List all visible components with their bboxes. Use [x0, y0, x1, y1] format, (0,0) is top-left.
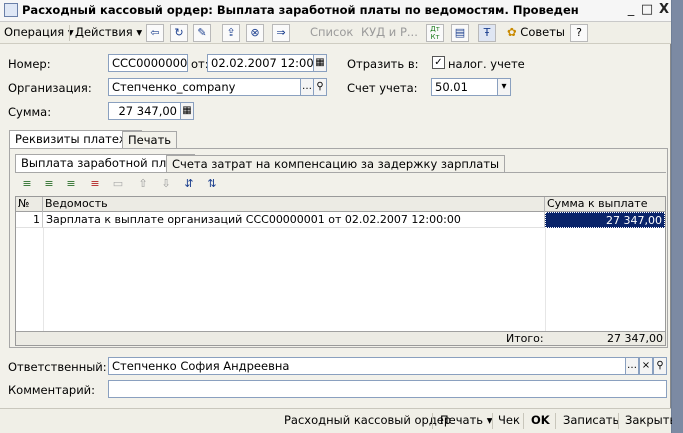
- unpost-document-icon[interactable]: ⊗: [246, 24, 264, 42]
- account-label: Счет учета:: [347, 81, 418, 95]
- end-edit-icon[interactable]: ▭: [110, 176, 126, 192]
- operation-menu[interactable]: Операция ▾: [4, 24, 74, 42]
- responsible-field[interactable]: Степченко София Андреевна: [108, 357, 626, 375]
- column-header-sum[interactable]: Сумма к выплате: [545, 197, 665, 212]
- date-label: от:: [191, 57, 209, 71]
- help-button[interactable]: ?: [570, 24, 588, 42]
- structure-icon[interactable]: ▤: [451, 24, 469, 42]
- table-footer: Итого: 27 347,00: [16, 331, 665, 345]
- background-window-strip: [672, 0, 683, 433]
- date-field[interactable]: 02.02.2007 12:00:00: [207, 54, 314, 72]
- delete-row-icon[interactable]: ≡: [87, 176, 103, 192]
- sort-descending-icon[interactable]: ⇅: [204, 176, 220, 192]
- cash-order-print-button[interactable]: Расходный кассовый ордер: [284, 413, 451, 427]
- responsible-label: Ответственный:: [8, 360, 107, 374]
- payment-table: № Ведомость Сумма к выплате 1 Зарплата к…: [15, 196, 666, 346]
- column-divider: [545, 228, 546, 331]
- document-window: Расходный кассовый ордер: Выплата зарабо…: [0, 0, 676, 433]
- typography-icon[interactable]: Ŧ: [478, 24, 496, 42]
- row-sum[interactable]: 27 347,00: [545, 212, 665, 228]
- add-row-icon[interactable]: ≡: [19, 176, 35, 192]
- close-button[interactable]: Закрыть: [625, 413, 676, 427]
- column-header-number[interactable]: №: [16, 197, 43, 212]
- sort-ascending-icon[interactable]: ⇵: [181, 176, 197, 192]
- table-header: № Ведомость Сумма к выплате: [16, 197, 665, 212]
- toolbar-separator: [523, 413, 524, 429]
- kud-button[interactable]: КУД и Р...: [361, 24, 418, 42]
- edit-row-icon[interactable]: ≡: [63, 176, 79, 192]
- close-window-button[interactable]: X: [655, 2, 673, 19]
- actions-menu[interactable]: Действия ▾: [75, 24, 142, 42]
- ok-button[interactable]: OK: [531, 413, 550, 427]
- organization-label: Организация:: [8, 81, 92, 95]
- row-vedomost[interactable]: Зарплата к выплате организаций ССС000000…: [43, 212, 545, 228]
- move-up-icon[interactable]: ⇧: [135, 176, 151, 192]
- number-label: Номер:: [8, 57, 51, 71]
- copy-row-icon[interactable]: ≡: [41, 176, 57, 192]
- title-bar: Расходный кассовый ордер: Выплата зарабо…: [0, 0, 671, 22]
- save-button[interactable]: Записать: [563, 413, 619, 427]
- tab-print[interactable]: Печать: [122, 131, 178, 148]
- advice-label: Советы: [520, 25, 565, 39]
- window-title: Расходный кассовый ордер: Выплата зарабо…: [22, 3, 579, 17]
- tax-accounting-label: налог. учете: [448, 57, 525, 71]
- lightbulb-icon: ✿: [507, 25, 517, 39]
- advice-button[interactable]: ✿ Советы: [507, 24, 565, 42]
- column-header-vedomost[interactable]: Ведомость: [43, 197, 545, 212]
- toolbar: Операция ▾ Действия ▾ ⇦ ↻ ✎ ⇪ ⊗ ⇒ Список…: [0, 22, 671, 44]
- number-field[interactable]: ССС00000001: [108, 54, 188, 72]
- based-on-icon[interactable]: ⇒: [272, 24, 290, 42]
- search-icon[interactable]: ⚲: [313, 78, 327, 96]
- reflect-label: Отразить в:: [347, 57, 419, 71]
- tab-expense-accounts[interactable]: Счета затрат на компенсацию за задержку …: [166, 155, 506, 172]
- toolbar-separator: [432, 413, 433, 429]
- search-icon[interactable]: ⚲: [653, 357, 667, 375]
- check-button[interactable]: Чек: [498, 413, 520, 427]
- tax-accounting-checkbox[interactable]: ✓: [432, 56, 445, 69]
- row-number: 1: [16, 212, 43, 228]
- comment-field[interactable]: [108, 380, 667, 398]
- move-down-icon[interactable]: ⇩: [158, 176, 174, 192]
- clear-icon[interactable]: ×: [639, 357, 653, 375]
- calendar-icon[interactable]: ▦: [313, 54, 327, 72]
- total-value: 27 347,00: [607, 332, 663, 345]
- select-ellipsis-icon[interactable]: …: [625, 357, 639, 375]
- select-ellipsis-icon[interactable]: …: [300, 78, 314, 96]
- toolbar-separator: [69, 25, 70, 41]
- bottom-bar: Расходный кассовый ордер Печать ▾ Чек OK…: [0, 408, 676, 433]
- organization-field[interactable]: Степченко_company: [108, 78, 301, 96]
- toolbar-separator: [492, 413, 493, 429]
- print-menu[interactable]: Печать ▾: [440, 413, 492, 427]
- account-field[interactable]: 50.01: [431, 78, 498, 96]
- refresh-icon[interactable]: ↻: [170, 24, 188, 42]
- calculator-icon[interactable]: ▦: [180, 102, 194, 120]
- list-button[interactable]: Список: [310, 24, 353, 42]
- comment-label: Комментарий:: [8, 383, 96, 397]
- post-document-icon[interactable]: ⇪: [222, 24, 240, 42]
- back-arrow-icon[interactable]: ⇦: [146, 24, 164, 42]
- chevron-down-icon[interactable]: ▾: [497, 78, 511, 96]
- edit-icon[interactable]: ✎: [193, 24, 211, 42]
- column-divider: [43, 228, 44, 331]
- document-icon: [4, 3, 18, 17]
- sum-label: Сумма:: [8, 105, 52, 119]
- dt-kt-icon[interactable]: Дт Кт: [426, 24, 444, 42]
- total-label: Итого:: [506, 332, 544, 345]
- toolbar-separator: [555, 413, 556, 429]
- toolbar-separator: [618, 413, 619, 429]
- maximize-button[interactable]: □: [638, 2, 656, 19]
- sum-field[interactable]: 27 347,00: [108, 102, 181, 120]
- tab-divider: [15, 172, 666, 173]
